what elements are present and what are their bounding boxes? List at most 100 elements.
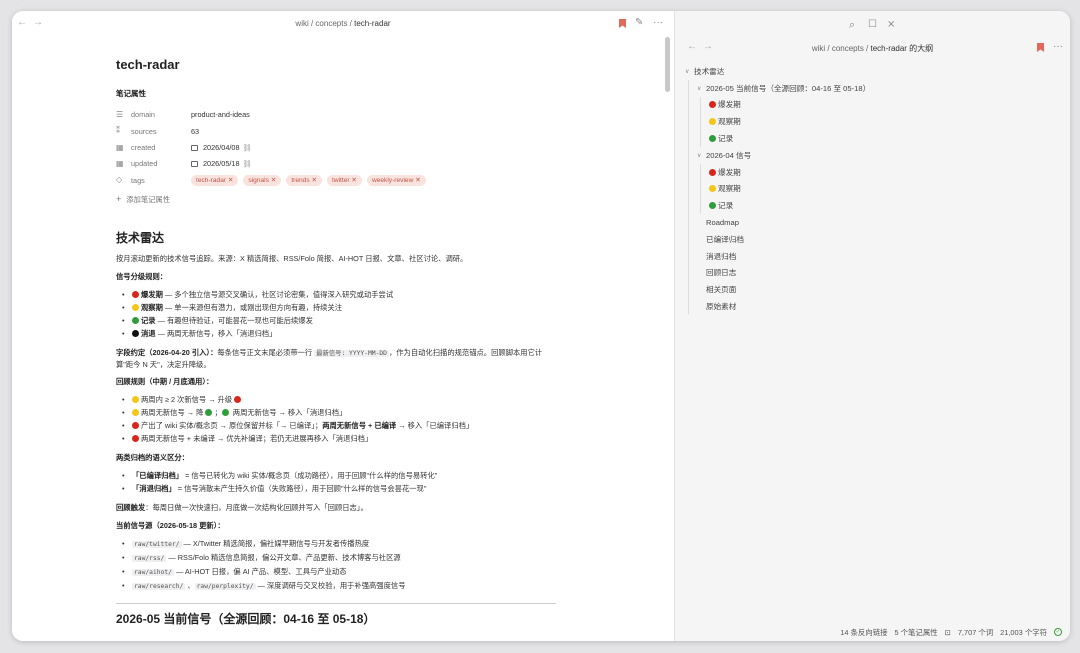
- edit-pencil-icon[interactable]: ✎: [635, 17, 643, 28]
- green-circle-icon: [221, 409, 229, 417]
- properties-label: 笔记属性: [116, 89, 146, 99]
- link-icon[interactable]: ⛓: [243, 142, 252, 153]
- source-desc: — X/Twitter 精选简报，偏社媒早期信号与开发者传播热度: [181, 539, 370, 549]
- red-circle-icon: [234, 396, 242, 404]
- red-circle-icon: [709, 101, 716, 109]
- collapse-icon[interactable]: ⨯: [887, 19, 895, 30]
- tag-chip[interactable]: twitter ✕: [327, 175, 362, 187]
- property-value[interactable]: 63: [191, 126, 199, 137]
- property-created[interactable]: ▦ created 2026/04/08 ⛓: [116, 140, 556, 156]
- list-item: 两周无新信号 → 降 ； 两周无新信号 → 移入「消退归档」: [122, 406, 556, 419]
- outline-item[interactable]: 爆发期: [685, 97, 1055, 114]
- tag-icon: ◇: [116, 175, 123, 185]
- list-item: 爆发期 — 多个独立信号源交叉确认，社区讨论密集，值得深入研究或动手尝试: [122, 288, 556, 301]
- note-title[interactable]: tech-radar: [116, 55, 556, 75]
- outline-item[interactable]: ∨ 2026-05 当前信号（全源回顾：04-16 至 05-18）: [685, 80, 1055, 97]
- outline-item[interactable]: 原始素材: [685, 298, 1055, 315]
- sync-ok-icon[interactable]: ✓: [1054, 628, 1062, 636]
- level-name: 消退: [141, 328, 156, 338]
- tag-chip[interactable]: signals ✕: [243, 175, 282, 187]
- chevron-down-icon[interactable]: ∨: [697, 152, 706, 159]
- backlinks-count[interactable]: 14 条反向链接: [840, 627, 887, 638]
- property-key: created: [131, 143, 156, 153]
- outline-item[interactable]: 记录: [685, 197, 1055, 214]
- property-domain[interactable]: ☰ domain product-and-ideas: [116, 107, 556, 123]
- breadcrumb-path[interactable]: wiki / concepts /: [812, 44, 871, 53]
- tag-chip[interactable]: trends ✕: [286, 175, 322, 187]
- black-circle-icon: [132, 329, 139, 337]
- list-item: raw/rss/ — RSS/Folo 精选信息简报，偏公开文章、产品更新、技术…: [122, 551, 556, 565]
- outline-item[interactable]: 观察期: [685, 181, 1055, 198]
- outline-label: 原始素材: [706, 302, 737, 312]
- field-paragraph: 字段约定（2026-04-20 引入）：每条信号正文末尾必须带一行 最新信号: …: [116, 347, 556, 370]
- archive-desc: = 信号消散未产生持久价值（失败路径），用于回顾"什么样的信号会昙花一现": [175, 484, 427, 494]
- outline-item[interactable]: 爆发期: [685, 164, 1055, 181]
- more-options-icon[interactable]: ···: [653, 17, 663, 28]
- archive-name: 「消退归档」: [132, 484, 176, 494]
- level-name: 观察期: [141, 302, 163, 312]
- yellow-circle-icon: [132, 409, 139, 417]
- chevron-down-icon[interactable]: ∨: [685, 68, 694, 75]
- rule-text: 两周无新信号 → 移入「消退归档」: [230, 408, 347, 418]
- outline-item[interactable]: ∨ 2026-04 信号: [685, 147, 1055, 164]
- properties-count[interactable]: 5 个笔记属性: [894, 627, 937, 638]
- yellow-circle-icon: [709, 118, 716, 126]
- property-value[interactable]: 2026/05/18: [203, 158, 240, 169]
- list-icon: ☰: [116, 109, 124, 119]
- tag-chip[interactable]: weekly-review ✕: [366, 175, 426, 187]
- inline-code: raw/research/: [132, 583, 186, 591]
- outline-item[interactable]: ∨ 技术雷达: [685, 63, 1055, 80]
- inline-code: raw/perplexity/: [194, 583, 256, 591]
- property-key: sources: [131, 126, 157, 136]
- rule-text: 两周无新信号 + 未编译 → 优先补编译；若仍无进展再移入「消退归档」: [141, 434, 373, 444]
- outline-item[interactable]: 相关页面: [685, 281, 1055, 298]
- scrollbar-thumb[interactable]: [665, 37, 670, 92]
- outline-label: 2026-04 信号: [706, 150, 752, 160]
- search-icon[interactable]: ⌕: [849, 19, 855, 32]
- source-desc: — 深度调研与交叉校验，用于补强高强度信号: [255, 581, 406, 591]
- breadcrumb-path[interactable]: wiki / concepts /: [295, 19, 354, 28]
- property-value[interactable]: 2026/04/08: [203, 142, 240, 153]
- layout-icon[interactable]: ☐: [868, 19, 877, 30]
- outline-pane: ⌕ ☐ ⨯ ← → wiki / concepts / tech-radar 的…: [674, 11, 1070, 641]
- property-value[interactable]: product-and-ideas: [191, 109, 250, 120]
- outline-item[interactable]: 已编译归档: [685, 231, 1055, 248]
- status-bar: 14 条反向链接 5 个笔记属性 ⊡ 7,707 个词 21,003 个字符 ✓: [825, 623, 1070, 641]
- yellow-circle-icon: [709, 185, 716, 193]
- archive-name: 「已编译归档」: [132, 471, 184, 481]
- note-content: tech-radar 笔记属性 ☰ domain product-and-idea…: [116, 55, 556, 629]
- outline-label: Roadmap: [706, 218, 739, 228]
- outline-label: 爆发期: [718, 167, 741, 177]
- trigger-text: ：每周日做一次快速扫，月底做一次结构化回顾并写入「回顾日志」。: [145, 503, 368, 513]
- outline-header: ← → wiki / concepts / tech-radar 的大纲 ···: [675, 35, 1070, 59]
- editor-header: ← → wiki / concepts / tech-radar ✎ ···: [12, 11, 674, 35]
- outline-item[interactable]: 记录: [685, 130, 1055, 147]
- breadcrumb-current[interactable]: tech-radar 的大纲: [871, 44, 934, 53]
- list-item: raw/research/ 、raw/perplexity/ — 深度调研与交叉…: [122, 579, 556, 593]
- green-circle-icon: [132, 316, 139, 324]
- chevron-down-icon[interactable]: ∨: [697, 85, 706, 92]
- link-icon[interactable]: ⛓: [243, 158, 252, 169]
- char-count: 21,003 个字符: [1000, 627, 1047, 637]
- reading-view-icon[interactable]: ⊡: [945, 628, 951, 637]
- outline-item[interactable]: 回顾日志: [685, 265, 1055, 282]
- review-list: 两周内 ≥ 2 次新信号 → 升级 两周无新信号 → 降 ； 两周无新信号 → …: [122, 393, 556, 445]
- breadcrumb-current[interactable]: tech-radar: [354, 19, 390, 28]
- outline-item[interactable]: Roadmap: [685, 214, 1055, 231]
- level-name: 爆发期: [141, 289, 163, 299]
- level-desc: — 有趣但待验证，可能昙花一现也可能后续爆发: [155, 315, 313, 325]
- red-circle-icon: [132, 422, 139, 430]
- heading-current-signals: 2026-05 当前信号（全源回顾：04-16 至 05-18）: [116, 612, 376, 627]
- rule-text: → 移入「已编译归档」: [396, 421, 474, 431]
- outline-item[interactable]: 消退归档: [685, 248, 1055, 265]
- property-key: domain: [131, 110, 155, 120]
- inline-code: raw/twitter/: [132, 541, 182, 549]
- property-updated[interactable]: ▦ updated 2026/05/18 ⛓: [116, 156, 556, 172]
- add-property-button[interactable]: + 添加笔记属性: [116, 193, 556, 207]
- tag-chip[interactable]: tech-radar ✕: [191, 175, 239, 187]
- property-tags[interactable]: ◇ tags tech-radar ✕ signals ✕ trends ✕ tw…: [116, 172, 556, 188]
- more-options-icon[interactable]: ···: [1053, 41, 1063, 52]
- outline-item[interactable]: 观察期: [685, 113, 1055, 130]
- property-sources[interactable]: ⁑ sources 63: [116, 123, 556, 139]
- list-item: 消退 — 两周无新信号，移入「消退归档」: [122, 327, 556, 340]
